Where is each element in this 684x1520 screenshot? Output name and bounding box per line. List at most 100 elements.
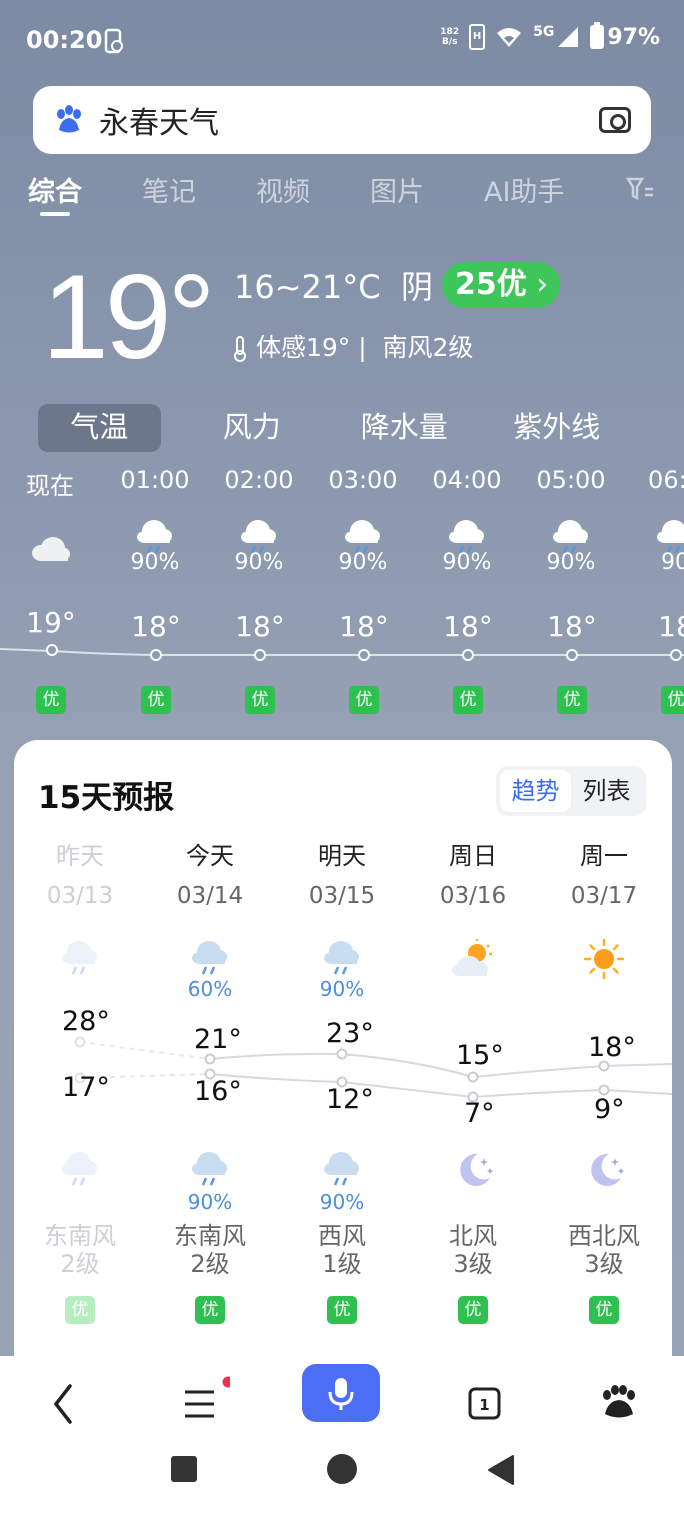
sun-icon	[539, 937, 669, 983]
camera-icon[interactable]	[599, 107, 631, 133]
search-tabs: 综合 笔记 视频 图片 AI助手	[28, 170, 624, 216]
metric-tabs: 气温 风力 降水量 紫外线	[38, 404, 648, 452]
home-button[interactable]	[327, 1454, 357, 1484]
wind-info: 西北风 3级	[568, 1222, 640, 1278]
day-precip-prob: 90%	[319, 977, 365, 1001]
search-bar[interactable]: 永春天气	[33, 86, 651, 154]
night-item: 东南风 2级 优	[15, 1148, 145, 1324]
day-item[interactable]: 今天 03/14 60%	[145, 836, 275, 1001]
night-item: 西北风 3级 优	[539, 1148, 669, 1324]
status-time: 00:20	[26, 26, 103, 54]
hourly-item: 03:00 90%	[318, 466, 408, 575]
day-precip-prob: 60%	[187, 977, 233, 1001]
rain-icon	[277, 1148, 407, 1194]
rain-icon	[15, 1148, 145, 1194]
tab-ai-assistant[interactable]: AI助手	[484, 170, 624, 209]
wind-info: 东南风 2级	[174, 1222, 246, 1278]
day-high-temp: 23°	[326, 1018, 374, 1049]
sim-icon: H	[469, 24, 486, 50]
day-name: 明天	[318, 842, 366, 870]
hour-temperature: 19°	[26, 606, 76, 639]
hour-time: 03:00	[328, 466, 398, 494]
wind-info: 北风 3级	[449, 1222, 497, 1278]
day-high-temp: 28°	[62, 1006, 110, 1037]
baidu-home-icon[interactable]	[588, 1374, 648, 1434]
day-date: 03/14	[176, 883, 244, 909]
toggle-list[interactable]: 列表	[571, 770, 642, 812]
night-precip-prob: 90%	[187, 1190, 233, 1214]
hourly-temp-line	[0, 644, 684, 661]
moon-icon	[539, 1148, 669, 1194]
partly-sunny-icon	[408, 937, 538, 983]
aqi-button[interactable]: 25优 ›	[442, 262, 560, 308]
hour-aqi-badge: 优	[349, 686, 379, 714]
day-low-temp: 7°	[464, 1098, 495, 1129]
day-low-temp: 16°	[194, 1076, 242, 1107]
hour-precip-prob: 90%	[234, 550, 284, 575]
hour-aqi-badge: 优	[245, 686, 275, 714]
tab-notes[interactable]: 笔记	[142, 170, 256, 209]
system-back-button[interactable]	[485, 1454, 515, 1486]
metric-tab-wind[interactable]: 风力	[191, 404, 314, 452]
hour-aqi-badge: 优	[557, 686, 587, 714]
hour-precip-prob: 90%	[546, 550, 596, 575]
toggle-trend[interactable]: 趋势	[500, 770, 571, 812]
hour-aqi-badge: 优	[661, 686, 684, 714]
day-aqi-badge: 优	[589, 1296, 619, 1324]
hour-temperature: 18°	[547, 610, 597, 643]
tab-images[interactable]: 图片	[370, 170, 484, 209]
day-aqi-badge: 优	[458, 1296, 488, 1324]
voice-search-button[interactable]	[302, 1364, 380, 1422]
day-item[interactable]: 昨天 03/13	[15, 836, 145, 977]
screen-record-icon	[104, 28, 123, 54]
forecast-title: 15天预报	[38, 780, 175, 816]
day-date: 03/17	[570, 883, 638, 909]
hour-precip-prob: 90%	[130, 550, 180, 575]
forecast-card: 15天预报 趋势 列表 昨天 03/13 28° 17° 东南风 2级 优 今天 03…	[14, 740, 672, 1380]
day-item[interactable]: 周一 03/17	[539, 836, 669, 980]
hour-time: 05:00	[536, 466, 606, 494]
hour-temperature: 18°	[443, 610, 493, 643]
hour-aqi-badge: 优	[141, 686, 171, 714]
tab-video[interactable]: 视频	[256, 170, 370, 209]
hourly-item: 01:00 90%	[110, 466, 200, 575]
metric-tab-temperature[interactable]: 气温	[38, 404, 161, 452]
day-item[interactable]: 周日 03/16	[408, 836, 538, 977]
rain-icon	[15, 937, 145, 983]
night-item: 90% 东南风 2级 优	[145, 1148, 275, 1324]
day-high-temp: 18°	[588, 1032, 636, 1063]
moon-icon	[408, 1148, 538, 1194]
hour-temperature: 18°	[131, 610, 181, 643]
day-date: 03/15	[308, 883, 376, 909]
day-aqi-badge: 优	[195, 1296, 225, 1324]
hour-temperature: 18°	[339, 610, 389, 643]
tabs-count-icon[interactable]: 1	[454, 1374, 514, 1434]
hour-precip-prob: 90%	[338, 550, 388, 575]
hour-precip-prob: 90%	[442, 550, 492, 575]
metric-tab-precipitation[interactable]: 降水量	[343, 404, 466, 452]
hourly-item: 04:00 90%	[422, 466, 512, 575]
back-icon[interactable]	[34, 1374, 94, 1434]
day-date: 03/16	[439, 883, 507, 909]
search-input[interactable]: 永春天气	[99, 98, 599, 142]
day-low-temp: 12°	[326, 1084, 374, 1115]
wind-info: 西风 1级	[318, 1222, 366, 1278]
day-item[interactable]: 明天 03/15 90%	[277, 836, 407, 1001]
day-name: 今天	[186, 842, 234, 870]
hour-aqi-badge: 优	[453, 686, 483, 714]
microphone-icon	[328, 1378, 354, 1410]
rain-icon	[145, 1148, 275, 1194]
menu-icon[interactable]	[170, 1374, 230, 1434]
tab-general[interactable]: 综合	[28, 170, 142, 216]
filter-icon[interactable]	[626, 176, 654, 202]
hour-temperature: 18	[658, 610, 684, 643]
recents-button[interactable]	[171, 1456, 197, 1482]
day-aqi-badge: 优	[65, 1296, 95, 1324]
night-item: 90% 西风 1级 优	[277, 1148, 407, 1324]
metric-tab-uv[interactable]: 紫外线	[496, 404, 619, 452]
day-high-temp: 15°	[456, 1040, 504, 1071]
view-toggle: 趋势 列表	[496, 766, 646, 816]
night-precip-prob: 90%	[319, 1190, 365, 1214]
svg-text:1: 1	[479, 1396, 489, 1414]
hourly-item: 05:00 90%	[526, 466, 616, 575]
